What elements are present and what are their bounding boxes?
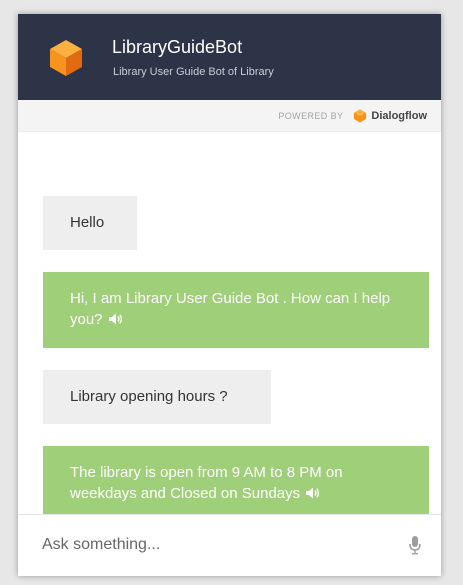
bot-message: Hi, I am Library User Guide Bot . How ca…	[43, 272, 429, 348]
bot-message: The library is open from 9 AM to 8 PM on…	[43, 446, 429, 514]
message-text: Hello	[70, 214, 105, 231]
microphone-icon[interactable]	[408, 535, 422, 555]
chat-header: LibraryGuideBot Library User Guide Bot o…	[18, 14, 441, 100]
user-message: Library opening hours ?	[43, 370, 271, 424]
dialogflow-brand: Dialogflow	[371, 109, 427, 122]
powered-by-label: POWERED BY	[278, 110, 344, 121]
cube-icon	[50, 40, 82, 76]
speaker-icon[interactable]	[306, 487, 320, 499]
message-text: The library is open from 9 AM to 8 PM on…	[70, 464, 343, 502]
bot-title: LibraryGuideBot	[112, 37, 243, 57]
chat-window: LibraryGuideBot Library User Guide Bot o…	[18, 14, 441, 576]
speaker-icon[interactable]	[108, 313, 123, 325]
user-message: Hello	[43, 196, 137, 250]
message-input[interactable]	[40, 529, 384, 561]
bot-subtitle: Library User Guide Bot of Library	[113, 66, 274, 78]
input-bar	[18, 514, 441, 576]
powered-by-bar: POWERED BY Dialogflow	[18, 100, 441, 132]
dialogflow-logo-icon	[354, 109, 367, 122]
message-text: Library opening hours ?	[70, 388, 228, 405]
message-list: Hello Hi, I am Library User Guide Bot . …	[18, 132, 441, 514]
